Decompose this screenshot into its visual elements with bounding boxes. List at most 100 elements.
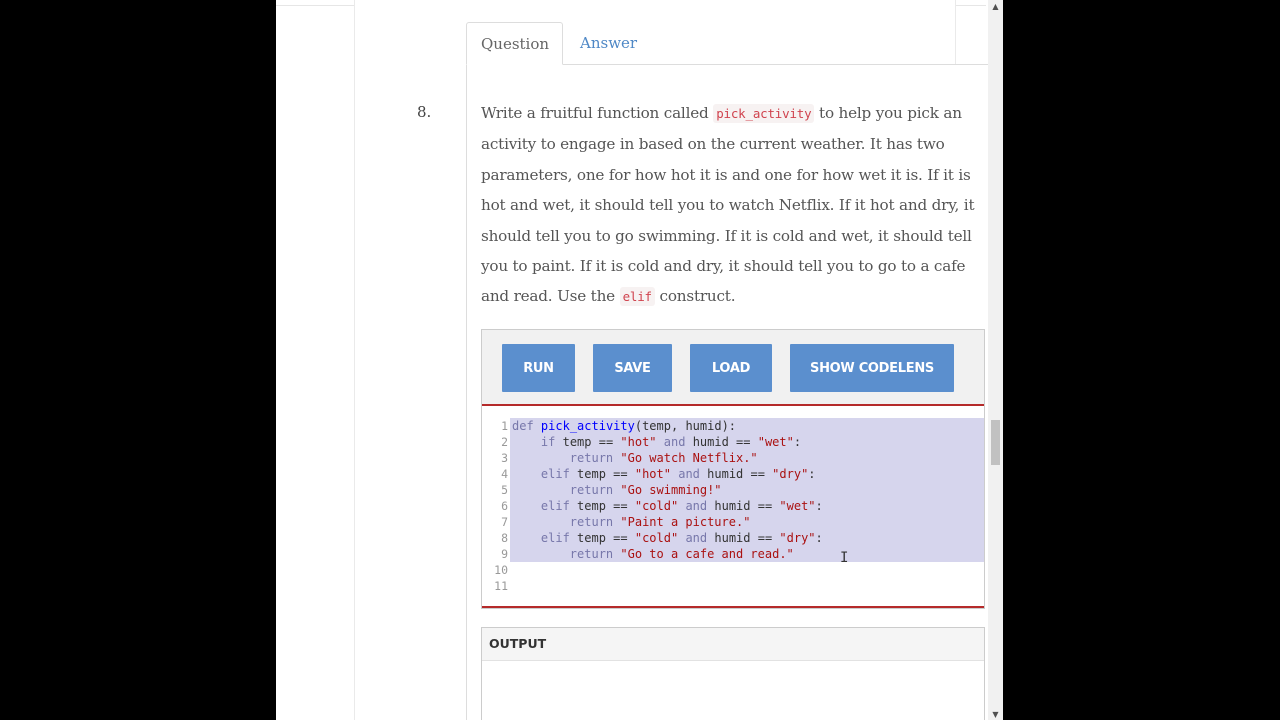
code-string: "wet" <box>779 499 816 513</box>
code-token: temp <box>577 467 606 481</box>
code-text: elif temp == "hot" and humid == "dry": <box>512 466 816 482</box>
code-string: "Go to a cafe and read." <box>620 547 794 561</box>
run-button[interactable]: RUN <box>502 344 575 392</box>
code-token: humid <box>707 467 744 481</box>
line-number: 11 <box>494 579 508 593</box>
code-token: == <box>750 531 780 545</box>
scrollbar[interactable]: ▲ ▼ <box>988 0 1003 720</box>
output-box: OUTPUT <box>481 627 985 720</box>
code-line[interactable]: 9 return "Go to a cafe and read." <box>482 546 984 562</box>
code-line[interactable]: 10 <box>482 562 984 578</box>
code-string: "Go watch Netflix." <box>620 451 758 465</box>
line-number: 3 <box>501 451 508 465</box>
question-number: 8. <box>417 103 432 121</box>
line-number: 1 <box>501 419 508 433</box>
question-text-part: to help you pick an activity to engage i… <box>481 104 975 306</box>
code-token: temp <box>562 435 592 449</box>
code-text: return "Paint a picture." <box>512 514 751 530</box>
code-string: "cold" <box>634 499 679 513</box>
code-string: "hot" <box>620 435 657 449</box>
code-keyword: and <box>685 531 708 545</box>
code-token: == <box>750 499 780 513</box>
code-keyword: and <box>678 467 700 481</box>
code-token: == <box>591 435 621 449</box>
load-button[interactable]: LOAD <box>690 344 772 392</box>
code-token: == <box>605 499 635 513</box>
code-line[interactable]: 4 elif temp == "hot" and humid == "dry": <box>482 466 984 482</box>
elif-code: elif <box>619 287 655 307</box>
save-button[interactable]: SAVE <box>593 344 672 392</box>
show-codelens-button[interactable]: SHOW CODELENS <box>790 344 954 392</box>
code-token: temp <box>577 531 606 545</box>
code-string: "dry" <box>772 467 809 481</box>
code-string: "cold" <box>634 531 679 545</box>
line-number: 4 <box>501 467 508 481</box>
tab-question[interactable]: Question <box>466 22 563 65</box>
content-column: Question Answer 8. Write a fruitful func… <box>354 0 1000 720</box>
code-line[interactable]: 7 return "Paint a picture." <box>482 514 984 530</box>
scroll-thumb[interactable] <box>991 420 1000 465</box>
code-line[interactable]: 1 def pick_activity(temp, humid): <box>482 418 984 434</box>
code-text: return "Go swimming!" <box>512 482 722 498</box>
code-token: humid <box>692 435 729 449</box>
code-keyword: return <box>569 515 614 529</box>
line-number: 10 <box>494 563 508 577</box>
output-header: OUTPUT <box>482 628 984 661</box>
question-text: Write a fruitful function called pick_ac… <box>481 98 987 313</box>
question-text-part: construct. <box>654 287 736 306</box>
code-line[interactable]: 3 return "Go watch Netflix." <box>482 450 984 466</box>
code-text: return "Go to a cafe and read." <box>512 546 794 562</box>
code-keyword: elif <box>540 467 570 481</box>
code-line[interactable]: 5 return "Go swimming!" <box>482 482 984 498</box>
code-keyword: return <box>569 451 614 465</box>
code-token: == <box>743 467 773 481</box>
line-number: 2 <box>501 435 508 449</box>
page: Question Answer 8. Write a fruitful func… <box>276 0 1003 720</box>
code-token: , <box>670 419 686 433</box>
code-token: : <box>793 435 802 449</box>
scroll-down-icon[interactable]: ▼ <box>988 710 1003 719</box>
code-line[interactable]: 11 <box>482 578 984 594</box>
code-string: "dry" <box>779 531 816 545</box>
code-string: "hot" <box>634 467 671 481</box>
code-text: elif temp == "cold" and humid == "wet": <box>512 498 823 514</box>
code-line[interactable]: 2 if temp == "hot" and humid == "wet": <box>482 434 984 450</box>
code-token: == <box>605 531 635 545</box>
output-label: OUTPUT <box>489 636 547 651</box>
code-string: "Paint a picture." <box>620 515 751 529</box>
code-token: temp <box>577 499 606 513</box>
code-token: : <box>815 499 823 513</box>
code-string: "wet" <box>757 435 794 449</box>
code-token: humid <box>714 531 751 545</box>
scroll-up-icon[interactable]: ▲ <box>988 2 1003 11</box>
question-text-part: Write a fruitful function called <box>481 104 714 122</box>
code-line[interactable]: 6 elif temp == "cold" and humid == "wet"… <box>482 498 984 514</box>
code-keyword: and <box>685 499 708 513</box>
code-keyword: return <box>569 483 614 497</box>
line-number: 5 <box>501 483 508 497</box>
line-number: 9 <box>501 547 508 561</box>
line-number: 6 <box>501 499 508 513</box>
code-text: elif temp == "cold" and humid == "dry": <box>512 530 823 546</box>
tab-answer[interactable]: Answer <box>566 22 651 64</box>
code-token: ( <box>634 419 643 433</box>
code-editor[interactable]: 1 def pick_activity(temp, humid): 2 if tem… <box>482 404 984 608</box>
code-keyword: elif <box>540 499 570 513</box>
code-keyword: return <box>569 547 614 561</box>
function-name-code: pick_activity <box>713 104 815 123</box>
code-token: == <box>728 435 758 449</box>
line-number: 8 <box>501 531 508 545</box>
code-token: humid <box>714 499 751 513</box>
code-line[interactable]: 8 elif temp == "cold" and humid == "dry"… <box>482 530 984 546</box>
line-number: 7 <box>501 515 508 529</box>
